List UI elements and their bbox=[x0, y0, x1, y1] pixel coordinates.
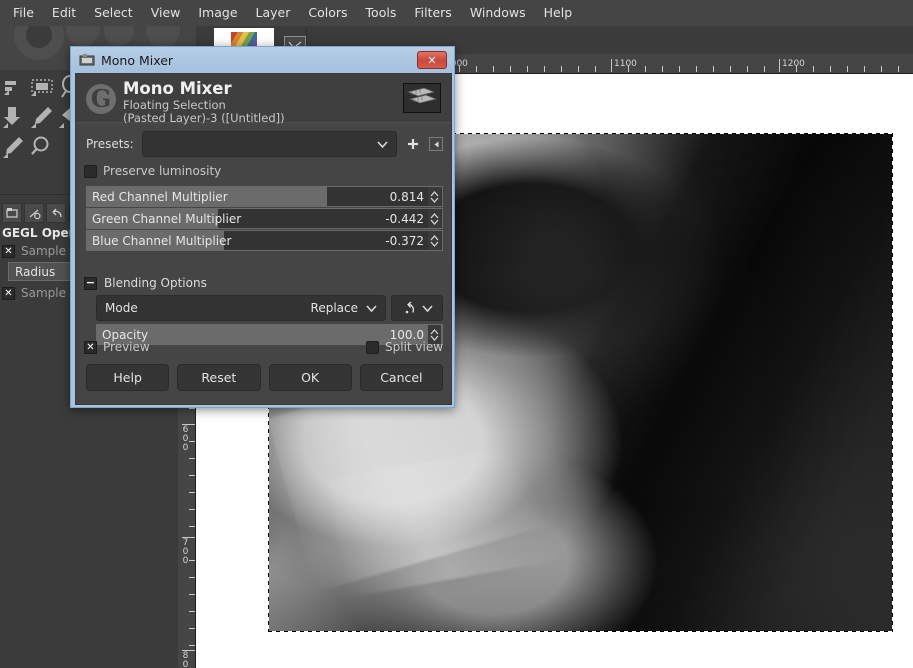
menu-help[interactable]: Help bbox=[535, 4, 582, 23]
collapse-icon[interactable]: − bbox=[84, 277, 97, 290]
dialog-layer-name: (Pasted Layer)-3 ([Untitled]) bbox=[123, 111, 285, 125]
menu-select[interactable]: Select bbox=[85, 4, 142, 23]
sample-merged-checkbox[interactable]: ✕ bbox=[2, 287, 15, 300]
help-button[interactable]: Help bbox=[86, 364, 169, 391]
preview-label: Preview bbox=[103, 340, 150, 354]
align-tool-icon[interactable] bbox=[0, 73, 28, 101]
vruler-label-600: 600 bbox=[181, 426, 190, 453]
green-channel-multiplier-slider[interactable]: Green Channel Multiplier -0.442 bbox=[86, 208, 443, 229]
dialog-button-row: Help Reset OK Cancel bbox=[86, 364, 443, 391]
dialog-header: G Mono Mixer Floating Selection (Pasted … bbox=[76, 74, 451, 123]
menu-view[interactable]: View bbox=[142, 4, 190, 23]
vruler-label-700: 700 bbox=[181, 539, 190, 566]
menu-file[interactable]: File bbox=[4, 4, 43, 23]
device-status-icon[interactable] bbox=[2, 203, 22, 223]
gimp-logo-icon: G bbox=[86, 84, 116, 114]
red-channel-stepper[interactable] bbox=[428, 187, 441, 206]
red-channel-multiplier-slider[interactable]: Red Channel Multiplier 0.814 bbox=[86, 186, 443, 207]
rect-select-tool-icon[interactable] bbox=[28, 73, 56, 101]
green-channel-stepper[interactable] bbox=[428, 209, 441, 228]
split-view-checkbox[interactable] bbox=[366, 341, 379, 354]
dialog-app-icon bbox=[79, 52, 95, 68]
tool-row-3 bbox=[0, 132, 80, 162]
ok-button[interactable]: OK bbox=[269, 364, 352, 391]
gimp-window: File Edit Select View Image Layer Colors… bbox=[0, 0, 913, 668]
green-channel-value: -0.442 bbox=[385, 212, 428, 226]
dialog-heading: Mono Mixer bbox=[123, 79, 232, 98]
presets-row: Presets: bbox=[86, 131, 443, 157]
red-channel-label: Red Channel Multiplier bbox=[87, 190, 390, 204]
chevron-down-icon bbox=[422, 305, 433, 312]
blue-channel-stepper[interactable] bbox=[428, 231, 441, 250]
menu-edit[interactable]: Edit bbox=[43, 4, 85, 23]
preserve-luminosity-label: Preserve luminosity bbox=[103, 164, 221, 178]
red-channel-value: 0.814 bbox=[390, 190, 428, 204]
sample-average-checkbox[interactable]: ✕ bbox=[2, 245, 15, 258]
dialog-subtitle: Floating Selection bbox=[123, 98, 226, 112]
blue-channel-label: Blue Channel Multiplier bbox=[87, 234, 385, 248]
preserve-luminosity-checkbox[interactable] bbox=[84, 165, 97, 178]
blending-options-header[interactable]: − Blending Options bbox=[84, 276, 207, 290]
menu-filters[interactable]: Filters bbox=[405, 4, 460, 23]
paintbrush-tool-icon[interactable] bbox=[28, 103, 56, 131]
preserve-luminosity-row[interactable]: Preserve luminosity bbox=[84, 164, 221, 178]
menu-bar: File Edit Select View Image Layer Colors… bbox=[0, 0, 913, 26]
undo-icon[interactable] bbox=[46, 203, 66, 223]
presets-dropdown[interactable] bbox=[142, 131, 397, 157]
tool-grid bbox=[0, 72, 80, 162]
presets-label: Presets: bbox=[86, 137, 134, 151]
vruler-label-800: 800 bbox=[181, 652, 190, 668]
preview-checkbox[interactable]: ✕ bbox=[84, 341, 97, 354]
green-channel-label: Green Channel Multiplier bbox=[87, 212, 385, 226]
close-icon[interactable]: ✕ bbox=[417, 51, 447, 69]
chevron-down-icon bbox=[366, 305, 377, 312]
reset-icon bbox=[402, 301, 417, 316]
menu-windows[interactable]: Windows bbox=[461, 4, 535, 23]
mono-mixer-dialog: Mono Mixer ✕ G Mono Mixer Floating Selec… bbox=[70, 46, 455, 408]
reset-button[interactable]: Reset bbox=[177, 364, 260, 391]
blend-mode-row: Mode Replace bbox=[96, 295, 443, 321]
blend-mode-reset-button[interactable] bbox=[391, 295, 443, 321]
info-icon[interactable] bbox=[24, 203, 44, 223]
opacity-value: 100.0 bbox=[390, 328, 428, 342]
dialog-title: Mono Mixer bbox=[101, 53, 417, 68]
opacity-label: Opacity bbox=[97, 328, 390, 342]
blending-options-title: Blending Options bbox=[104, 276, 207, 290]
menu-image[interactable]: Image bbox=[189, 4, 246, 23]
add-preset-icon[interactable] bbox=[403, 134, 423, 154]
menu-tools[interactable]: Tools bbox=[357, 4, 406, 23]
dialog-body: G Mono Mixer Floating Selection (Pasted … bbox=[75, 73, 452, 405]
pencil-tool-icon[interactable] bbox=[0, 133, 28, 161]
menu-colors[interactable]: Colors bbox=[299, 4, 356, 23]
layer-preview-thumbnail bbox=[403, 83, 441, 113]
preview-row[interactable]: ✕ Preview bbox=[84, 340, 150, 354]
hruler-label-1100: 1100 bbox=[614, 60, 637, 69]
bucket-fill-tool-icon[interactable] bbox=[0, 103, 28, 131]
blend-mode-label: Mode bbox=[105, 301, 311, 315]
blue-channel-multiplier-slider[interactable]: Blue Channel Multiplier -0.372 bbox=[86, 230, 443, 251]
tool-row-2 bbox=[0, 102, 80, 132]
cancel-button[interactable]: Cancel bbox=[360, 364, 443, 391]
hruler-label-1200: 1200 bbox=[782, 60, 805, 69]
presets-menu-icon[interactable] bbox=[429, 137, 443, 151]
blend-mode-dropdown[interactable]: Mode Replace bbox=[96, 295, 386, 321]
chevron-down-icon bbox=[377, 141, 388, 148]
tool-row-1 bbox=[0, 72, 80, 102]
opacity-stepper[interactable] bbox=[428, 325, 441, 344]
blend-mode-value: Replace bbox=[311, 301, 358, 315]
blue-channel-value: -0.372 bbox=[385, 234, 428, 248]
menu-layer[interactable]: Layer bbox=[247, 4, 300, 23]
dialog-title-bar[interactable]: Mono Mixer ✕ bbox=[71, 47, 454, 73]
zoom-tool-icon[interactable] bbox=[28, 133, 56, 161]
